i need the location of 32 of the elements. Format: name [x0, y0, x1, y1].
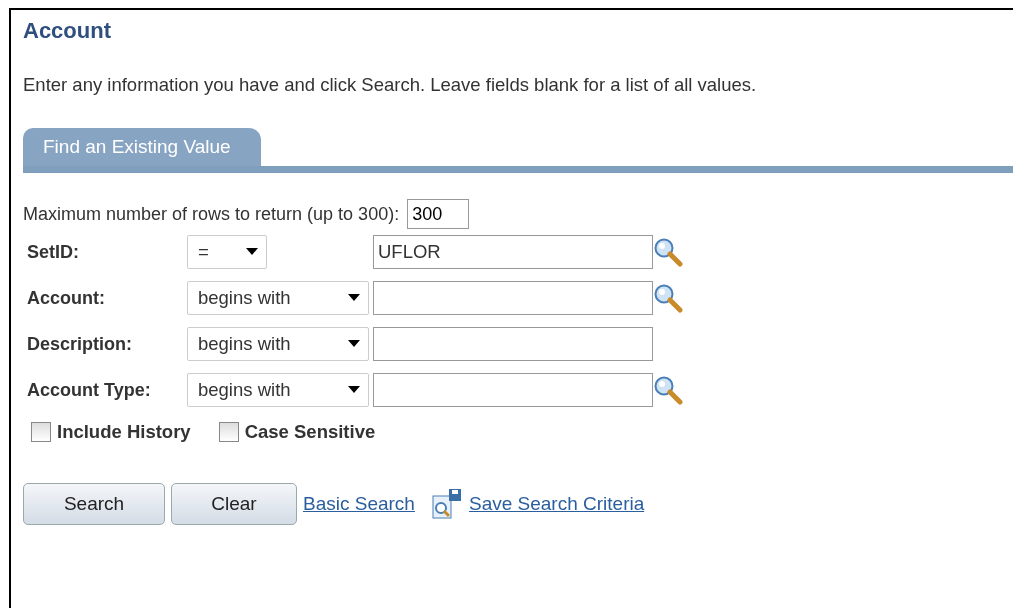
- checkbox[interactable]: [31, 422, 51, 442]
- caret-icon: [348, 386, 360, 394]
- max-rows-field[interactable]: 300: [407, 199, 470, 229]
- lookup-icon[interactable]: [653, 375, 683, 405]
- save-search-icon[interactable]: [430, 488, 463, 520]
- checkbox-label: Case Sensitive: [244, 421, 376, 443]
- field-label: SetID:: [26, 241, 80, 263]
- instructions-text: Enter any information you have and click Search. Leave fields blank for a list of all values.: [23, 74, 758, 96]
- caret-icon: [246, 248, 258, 256]
- page-title: Account: [23, 18, 112, 44]
- search-field[interactable]: [373, 373, 653, 407]
- operator-dropdown[interactable]: begins with: [187, 327, 369, 361]
- checkbox-label: Include History: [57, 421, 191, 443]
- lookup-icon[interactable]: [653, 237, 683, 267]
- field-label: Description:: [26, 333, 133, 355]
- lookup-icon[interactable]: [653, 283, 683, 313]
- operator-dropdown[interactable]: begins with: [187, 281, 369, 315]
- max-rows-label: Maximum number of rows to return (up to 300):: [23, 203, 400, 225]
- clear-button[interactable]: Clear: [171, 483, 297, 525]
- link[interactable]: Basic Search: [303, 493, 415, 515]
- search-button[interactable]: Search: [23, 483, 165, 525]
- caret-icon: [348, 340, 360, 348]
- search-field[interactable]: [373, 281, 653, 315]
- search-field[interactable]: [373, 327, 653, 361]
- link[interactable]: Save Search Criteria: [468, 493, 645, 515]
- search-field[interactable]: UFLOR: [373, 235, 653, 269]
- checkbox[interactable]: [218, 422, 239, 442]
- field-label: Account:: [26, 287, 106, 309]
- operator-dropdown[interactable]: begins with: [187, 373, 369, 407]
- operator-dropdown[interactable]: =: [187, 235, 267, 269]
- field-label: Account Type:: [26, 379, 152, 401]
- caret-icon: [348, 294, 360, 302]
